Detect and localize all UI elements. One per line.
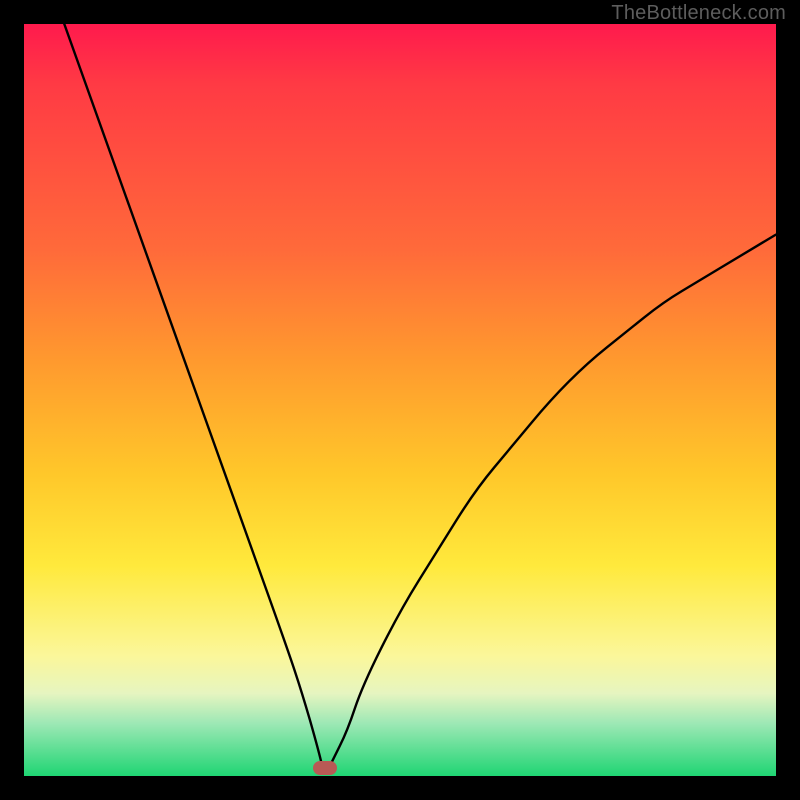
- plot-area: [24, 24, 776, 776]
- chart-frame: TheBottleneck.com: [0, 0, 800, 800]
- bottleneck-curve-svg: [24, 24, 776, 776]
- watermark-text: TheBottleneck.com: [611, 2, 786, 25]
- bottleneck-curve-path: [24, 24, 776, 771]
- minimum-marker: [313, 761, 337, 775]
